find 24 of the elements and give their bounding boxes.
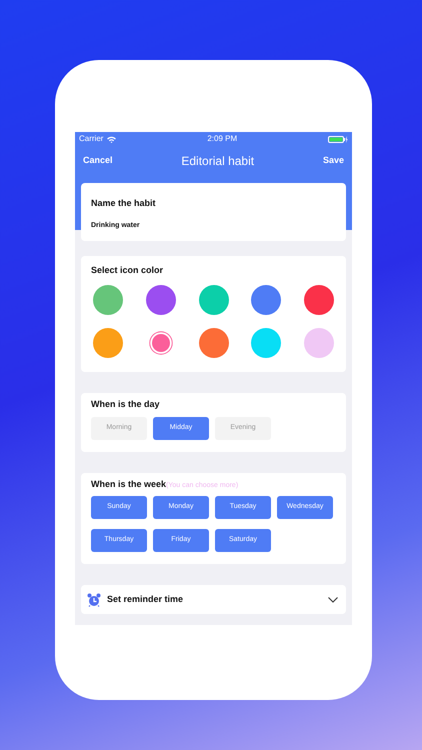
- color-swatch[interactable]: [304, 328, 334, 358]
- screen-title: Editorial habit: [181, 153, 254, 170]
- alarm-clock-icon: [87, 592, 101, 606]
- color-swatch[interactable]: [251, 285, 282, 315]
- wifi-icon: [107, 136, 116, 142]
- cancel-button[interactable]: Cancel: [83, 154, 113, 168]
- battery-icon: [328, 136, 348, 142]
- section-title: Name the habit: [91, 197, 157, 210]
- color-swatch[interactable]: [304, 285, 334, 315]
- color-swatch[interactable]: [93, 285, 123, 315]
- reminder-row[interactable]: Set reminder time: [81, 585, 346, 614]
- color-swatch[interactable]: [251, 328, 282, 358]
- status-time: 2:09 PM: [207, 133, 238, 145]
- color-swatch[interactable]: [146, 285, 176, 315]
- section-title: When is the week: [91, 478, 166, 488]
- section-title: Select icon color: [91, 264, 164, 276]
- save-button[interactable]: Save: [322, 154, 344, 168]
- color-swatch[interactable]: [198, 285, 228, 315]
- section-title: When is the day: [91, 398, 161, 411]
- color-swatch[interactable]: [93, 328, 123, 358]
- reminder-label: Set reminder time: [107, 592, 184, 606]
- color-swatch[interactable]: [152, 334, 170, 352]
- color-swatch[interactable]: [198, 328, 228, 358]
- carrier-label: Carrier: [79, 133, 104, 145]
